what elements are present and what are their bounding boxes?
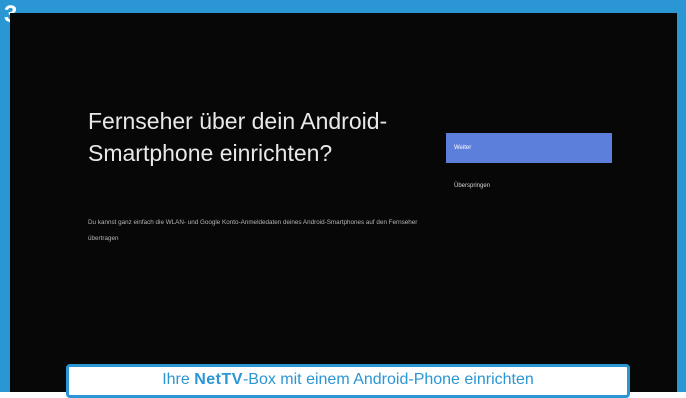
tv-screen: Fernseher über dein Android-Smartphone e… <box>10 13 677 392</box>
setup-description: Du kannst ganz einfach die WLAN- und Goo… <box>88 219 418 242</box>
brand-name: NetTV <box>194 371 243 388</box>
caption-box: Ihre NetTV-Box mit einem Android-Phone e… <box>66 364 630 398</box>
continue-button[interactable]: Weiter <box>446 133 612 163</box>
caption-suffix: -Box mit einem Android-Phone einrichten <box>242 371 534 388</box>
caption-prefix: Ihre <box>162 371 195 388</box>
tutorial-frame: 3 Fernseher über dein Android-Smartphone… <box>0 0 686 398</box>
skip-button[interactable]: Überspringen <box>446 171 612 201</box>
continue-button-label: Weiter <box>454 145 472 151</box>
setup-title: Fernseher über dein Android-Smartphone e… <box>88 108 388 166</box>
skip-button-label: Überspringen <box>454 183 491 189</box>
